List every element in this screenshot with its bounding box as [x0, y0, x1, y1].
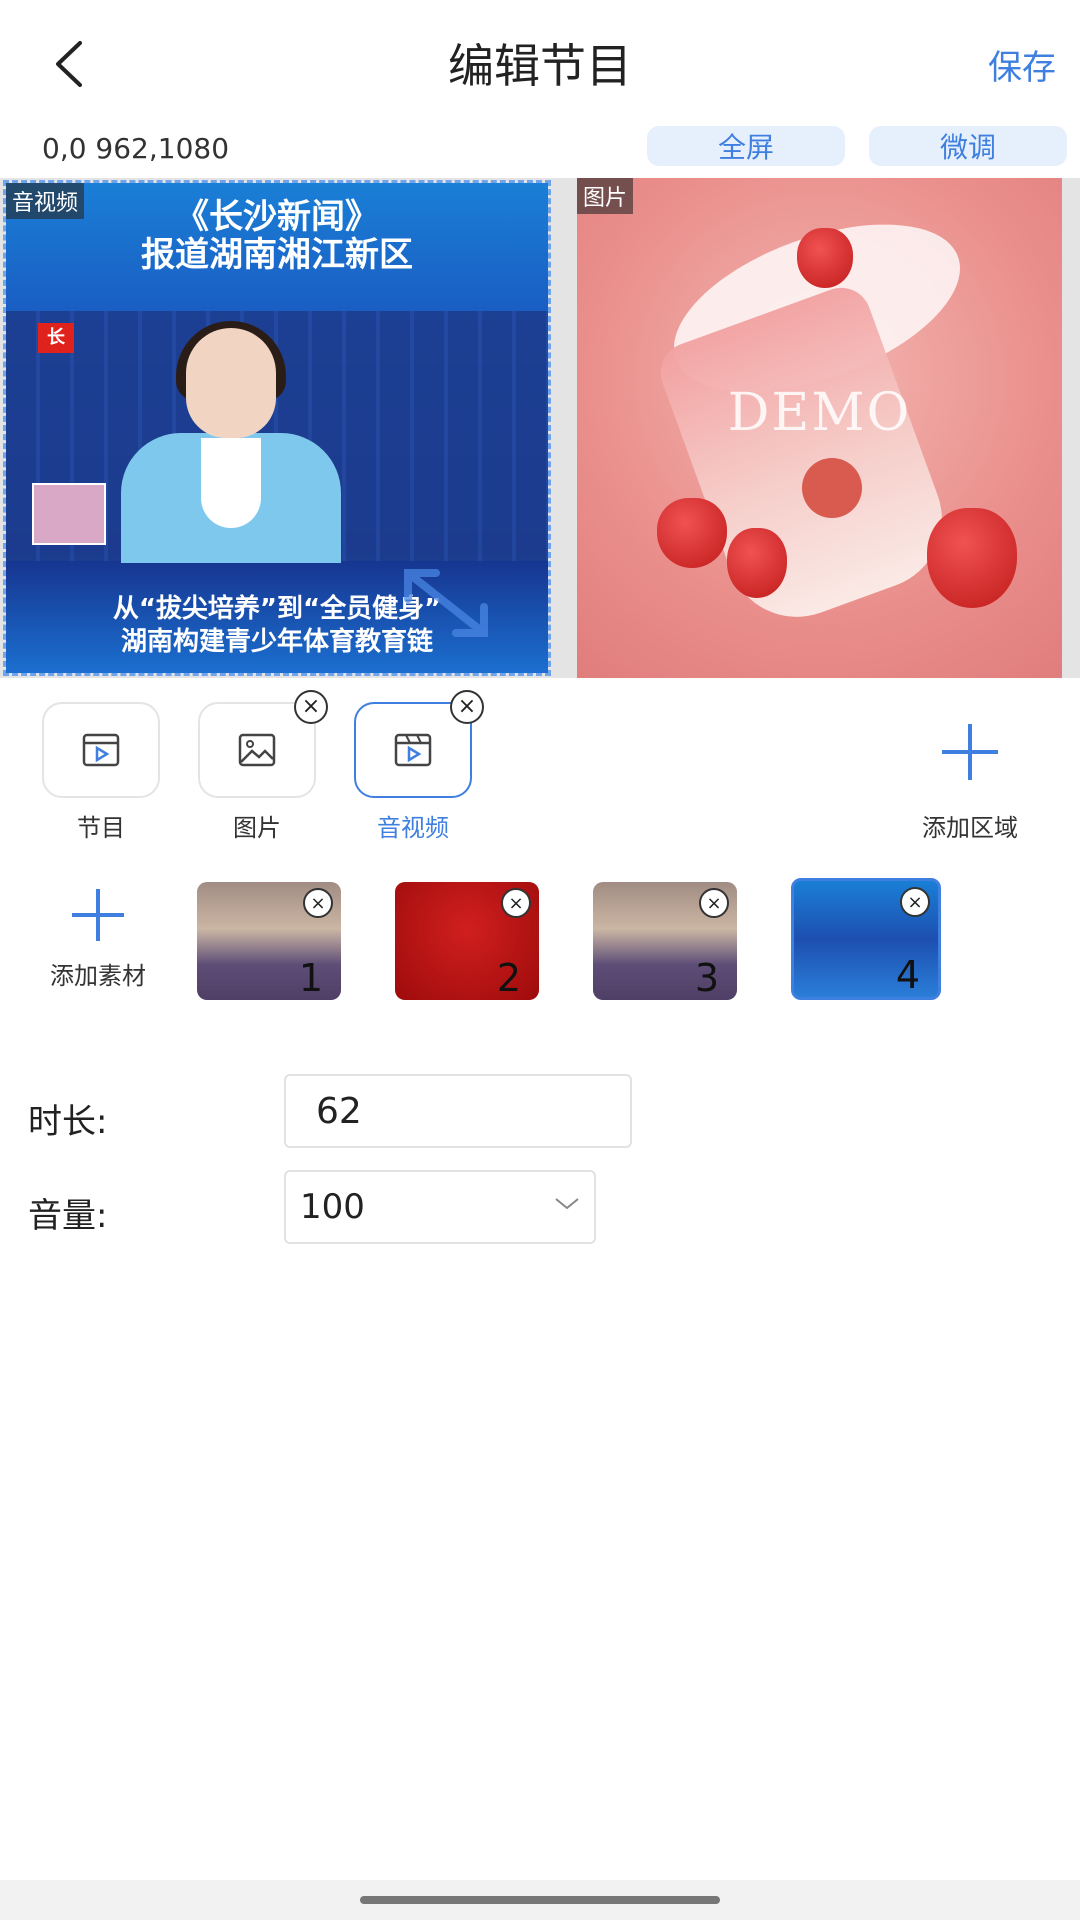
strawberry: [797, 228, 853, 288]
image-icon: [238, 733, 276, 767]
demo-watermark: DEMO: [727, 383, 912, 443]
tab-image-label: 图片: [233, 814, 281, 842]
fullscreen-button[interactable]: 全屏: [647, 126, 845, 166]
volume-select[interactable]: 100: [284, 1170, 596, 1244]
channel-logo: 长: [38, 323, 74, 353]
chevron-down-icon: [555, 1198, 579, 1210]
tab-av-label: 音视频: [377, 814, 449, 842]
news-headline-line2: 报道湖南湘江新区: [141, 235, 413, 275]
material-thumb-1[interactable]: 1 ×: [197, 882, 341, 1000]
volume-label: 音量:: [28, 1196, 108, 1236]
add-material-button[interactable]: [58, 880, 138, 950]
fine-tune-button[interactable]: 微调: [869, 126, 1067, 166]
plus-icon: [72, 889, 124, 941]
add-region-label: 添加区域: [922, 814, 1018, 842]
duration-input[interactable]: 62: [284, 1074, 632, 1148]
material-number: 2: [496, 956, 521, 1000]
anchor-shirt: [201, 438, 261, 528]
image-region[interactable]: DEMO 图片: [577, 178, 1062, 678]
material-number: 3: [694, 956, 719, 1000]
anchor-face: [186, 328, 276, 438]
material-thumb-2[interactable]: 2 ×: [395, 882, 539, 1000]
home-indicator[interactable]: [360, 1896, 720, 1904]
page-title: 编辑节目: [448, 39, 632, 93]
volume-value: 100: [300, 1187, 365, 1227]
video-icon: [394, 733, 432, 767]
duration-label: 时长:: [28, 1102, 108, 1142]
system-nav-bar: [0, 1880, 1080, 1920]
material-number: 4: [895, 953, 920, 997]
av-region[interactable]: 《长沙新闻》 报道湖南湘江新区 长 从“拔尖培养”到“全员健身” 湖南构建青少年…: [3, 180, 551, 676]
tab-av-close-icon[interactable]: ×: [450, 690, 484, 724]
strawberry: [657, 498, 727, 568]
tab-program-label: 节目: [77, 814, 125, 842]
remove-material-icon[interactable]: ×: [501, 888, 531, 918]
remove-material-icon[interactable]: ×: [699, 888, 729, 918]
layout-preview: 《长沙新闻》 报道湖南湘江新区 长 从“拔尖培养”到“全员健身” 湖南构建青少年…: [0, 178, 1080, 678]
material-thumb-3[interactable]: 3 ×: [593, 882, 737, 1000]
sign-language-inset: [32, 483, 106, 545]
header: 编辑节目 保存: [0, 0, 1080, 130]
image-region-tag: 图片: [577, 178, 634, 214]
strawberry: [927, 508, 1017, 608]
add-material-label: 添加素材: [50, 962, 146, 990]
material-number: 1: [298, 956, 323, 1000]
program-icon: [82, 733, 120, 767]
material-thumb-4[interactable]: 4 ×: [791, 878, 941, 1000]
resize-handle-icon[interactable]: [396, 563, 496, 643]
tab-image-close-icon[interactable]: ×: [294, 690, 328, 724]
strawberry: [727, 528, 787, 598]
remove-material-icon[interactable]: ×: [900, 887, 930, 917]
save-button[interactable]: 保存: [988, 40, 1056, 89]
av-region-tag: 音视频: [6, 183, 85, 219]
plus-icon: [942, 724, 998, 780]
brand-logo: [802, 458, 862, 518]
coordinates-readout: 0,0 962,1080: [42, 132, 230, 165]
add-region-button[interactable]: [910, 712, 1030, 792]
tab-program[interactable]: [42, 702, 160, 798]
remove-material-icon[interactable]: ×: [303, 888, 333, 918]
